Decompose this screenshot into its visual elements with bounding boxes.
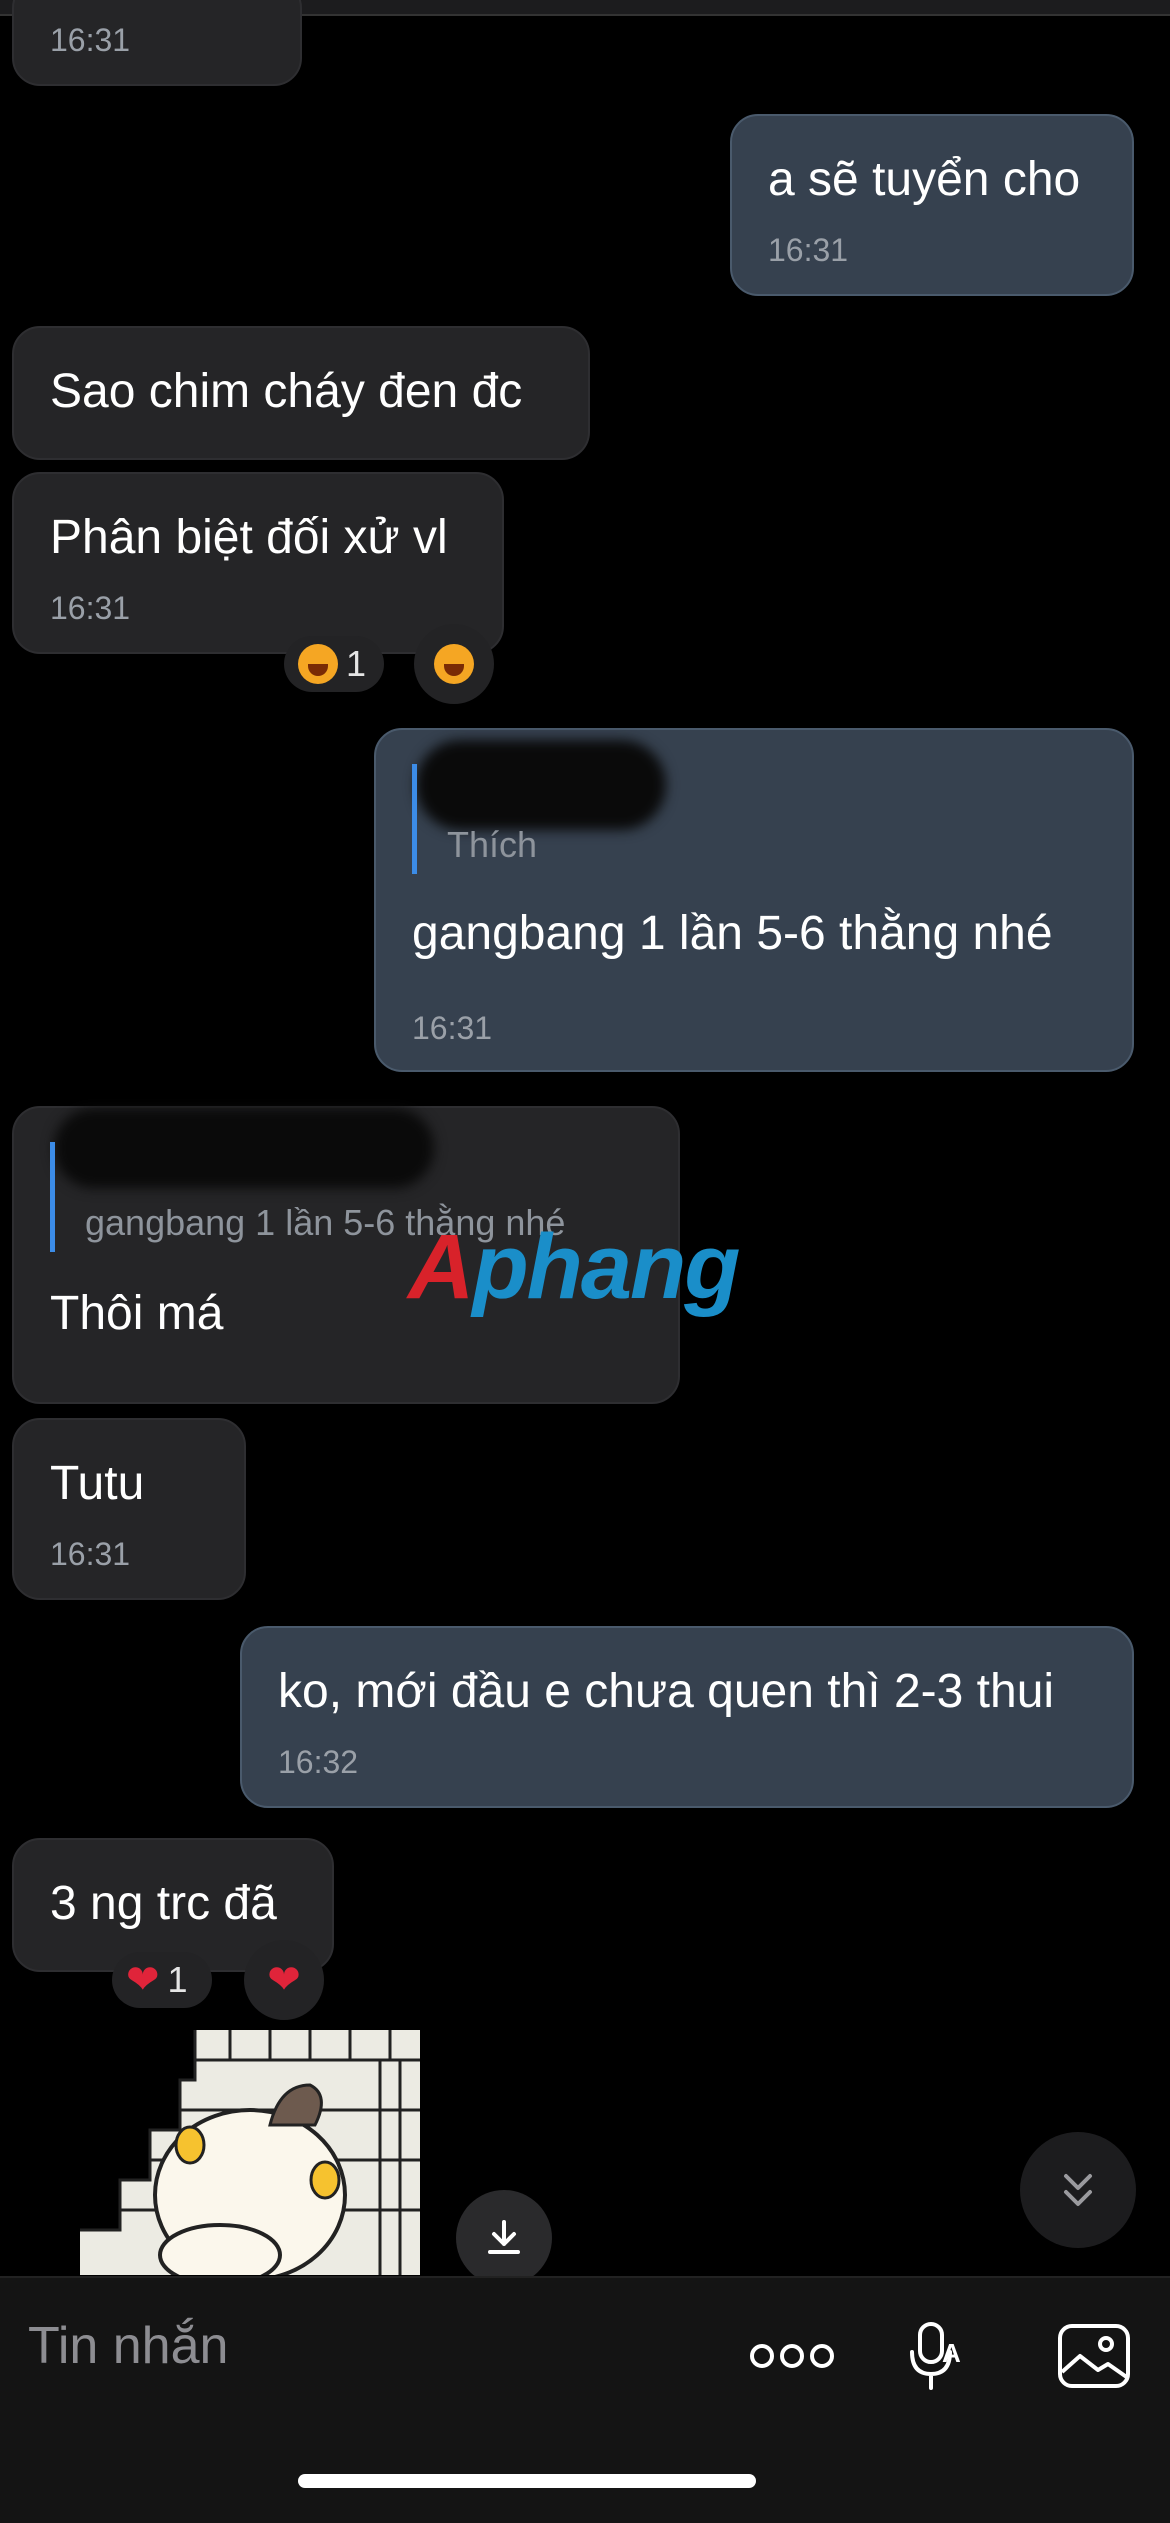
message-time: 16:32	[278, 1744, 359, 1780]
more-dots-icon	[750, 2344, 834, 2368]
message-text: Thôi má	[50, 1287, 224, 1340]
message-bubble-outgoing[interactable]: ko, mới đầu e chưa quen thì 2-3 thui 16:…	[240, 1626, 1134, 1808]
message-bubble-incoming[interactable]: Phân biệt đối xử vl 16:31	[12, 472, 504, 654]
heart-emoji-icon: ❤	[267, 1958, 301, 2002]
sticker-image[interactable]	[80, 2030, 420, 2275]
message-bubble-incoming[interactable]: 16:31	[12, 0, 302, 86]
scroll-to-bottom-button[interactable]	[1020, 2132, 1136, 2248]
message-bubble-outgoing[interactable]: Thích gangbang 1 lần 5-6 thằng nhé 16:31	[374, 728, 1134, 1072]
message-time: 16:31	[50, 22, 131, 58]
reaction-count: 1	[346, 643, 367, 684]
watermark-part: A	[408, 1216, 474, 1318]
quote-text: Thích	[447, 824, 538, 865]
watermark-part: phang	[472, 1216, 740, 1318]
message-text: gangbang 1 lần 5-6 thằng nhé	[412, 907, 1053, 960]
message-composer: Tin nhắn A	[0, 2276, 1170, 2523]
message-text: Tutu	[50, 1457, 145, 1510]
sticker-illustration	[80, 2030, 420, 2275]
reply-quote[interactable]: Thích	[412, 764, 537, 874]
reaction-summary[interactable]: 1	[284, 636, 384, 692]
laugh-emoji-icon	[434, 644, 474, 684]
home-indicator[interactable]	[298, 2474, 756, 2488]
react-button[interactable]: ❤	[244, 1940, 324, 2020]
message-time: 16:31	[50, 590, 131, 626]
download-button[interactable]	[456, 2190, 552, 2286]
double-chevron-down-icon	[1064, 2174, 1092, 2206]
message-text: Phân biệt đối xử vl	[50, 511, 448, 564]
message-bubble-incoming[interactable]: Tutu 16:31	[12, 1418, 246, 1600]
message-text: ko, mới đầu e chưa quen thì 2-3 thui	[278, 1665, 1055, 1718]
heart-emoji-icon: ❤	[126, 1958, 160, 2002]
more-button[interactable]	[744, 2308, 840, 2404]
react-button[interactable]	[414, 624, 494, 704]
message-text: 3 ng trc đã	[50, 1877, 277, 1930]
message-bubble-incoming[interactable]: Sao chim cháy đen đc	[12, 326, 590, 460]
svg-text:A: A	[942, 2338, 961, 2368]
message-time: 16:31	[768, 232, 849, 268]
message-input[interactable]: Tin nhắn	[28, 2316, 228, 2376]
watermark-logo: Aphang	[408, 1215, 740, 1320]
reaction-summary[interactable]: ❤ 1	[112, 1952, 212, 2008]
message-text: a sẽ tuyển cho	[768, 153, 1081, 206]
download-icon	[488, 2220, 520, 2254]
message-text: Sao chim cháy đen đc	[50, 365, 523, 418]
message-bubble-outgoing[interactable]: a sẽ tuyển cho 16:31	[730, 114, 1134, 296]
voice-to-text-button[interactable]: A	[888, 2308, 984, 2404]
laugh-emoji-icon	[298, 644, 338, 684]
image-icon	[1058, 2324, 1130, 2388]
reaction-count: 1	[167, 1959, 188, 2000]
message-time: 16:31	[412, 1010, 493, 1046]
voice-to-text-icon: A	[910, 2322, 961, 2390]
image-button[interactable]	[1046, 2308, 1142, 2404]
message-time: 16:31	[50, 1536, 131, 1572]
